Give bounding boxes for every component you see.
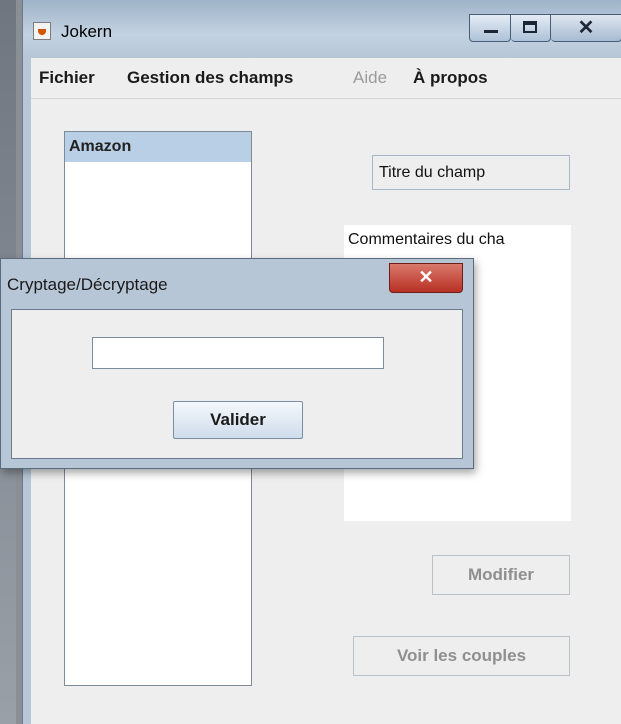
- menu-aide[interactable]: Aide: [353, 68, 387, 88]
- close-button[interactable]: ✕: [551, 14, 621, 42]
- window-title: Jokern: [61, 22, 113, 41]
- close-icon: ✕: [577, 17, 595, 39]
- dialog-body: Valider: [11, 309, 463, 459]
- dialog-title: Cryptage/Décryptage: [7, 275, 168, 294]
- title-bar[interactable]: Jokern ✕: [23, 0, 621, 58]
- dialog-close-button[interactable]: ✕: [389, 263, 463, 293]
- view-pairs-button[interactable]: Voir les couples: [353, 636, 570, 676]
- validate-button[interactable]: Valider: [173, 401, 303, 439]
- maximize-icon: [523, 21, 537, 33]
- crypt-dialog: Cryptage/Décryptage ✕ Valider: [0, 258, 474, 469]
- menu-bar: Fichier Gestion des champs Aide À propos: [31, 58, 621, 99]
- list-item-amazon[interactable]: Amazon: [65, 132, 251, 162]
- close-icon: ✕: [418, 267, 434, 287]
- java-app-icon[interactable]: [33, 22, 51, 40]
- menu-fichier[interactable]: Fichier: [39, 68, 95, 88]
- minimize-button[interactable]: [469, 14, 511, 42]
- maximize-button[interactable]: [511, 14, 551, 42]
- password-input[interactable]: [92, 337, 384, 369]
- modify-button[interactable]: Modifier: [432, 555, 570, 595]
- field-title-input[interactable]: Titre du champ: [372, 155, 570, 190]
- menu-a-propos[interactable]: À propos: [413, 68, 488, 88]
- minimize-icon: [484, 30, 498, 33]
- menu-gestion-des-champs[interactable]: Gestion des champs: [127, 68, 293, 88]
